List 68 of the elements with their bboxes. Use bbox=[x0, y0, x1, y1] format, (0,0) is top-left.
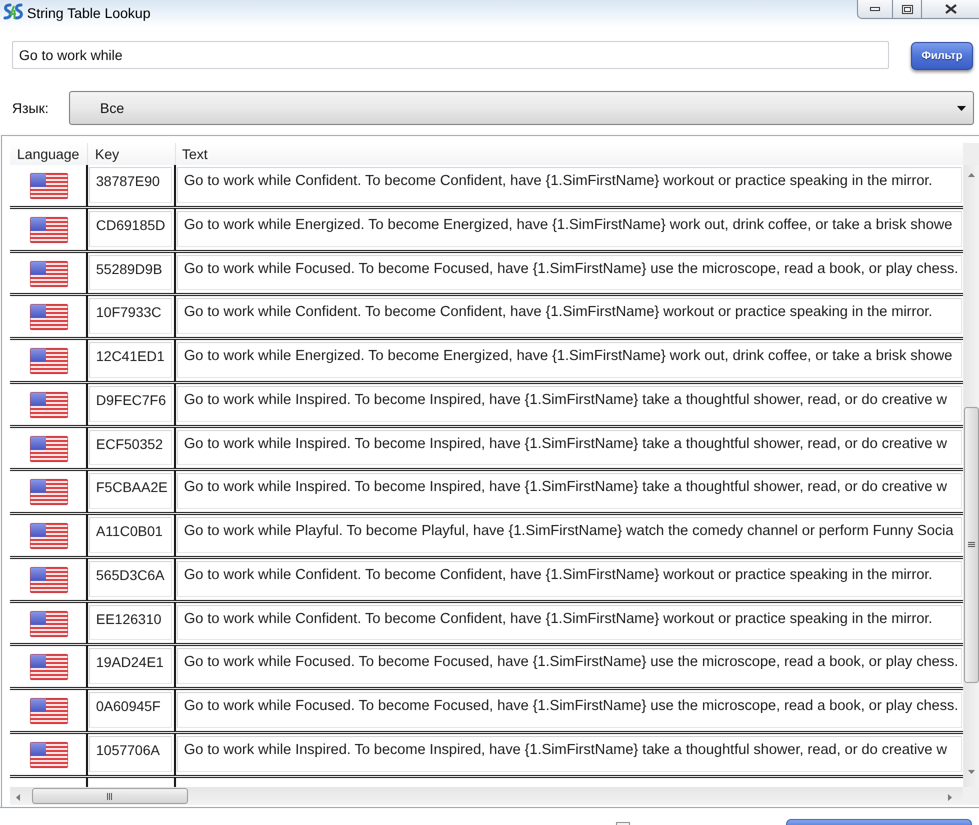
key-cell: 12C41ED1 bbox=[89, 342, 172, 378]
language-label: Язык: bbox=[12, 100, 50, 116]
maximize-icon bbox=[902, 4, 912, 14]
flag-icon bbox=[30, 348, 68, 374]
flag-icon bbox=[30, 260, 68, 286]
flag-icon bbox=[30, 610, 68, 636]
key-cell: ECF50352 bbox=[89, 430, 172, 466]
text-cell: Go to work while Energized. To become Energized, have {1.SimFirstName} work out, drink coffee, or take a brisk showe bbox=[177, 210, 962, 246]
text-cell: Go to work while Focused. To become Focused, have {1.SimFirstName} use the microscope, read a book, or play chess. bbox=[177, 648, 962, 684]
search-field[interactable]: Go to work while bbox=[12, 41, 889, 69]
flag-icon bbox=[30, 742, 68, 768]
flag-icon bbox=[30, 698, 68, 724]
key-cell: 55289D9B bbox=[89, 254, 172, 290]
text-cell: Go to work while Inspired. To become Inspired, have {1.SimFirstName} take a thoughtful shower, read, or do creative w bbox=[177, 430, 962, 466]
vertical-scrollbar[interactable] bbox=[963, 165, 979, 787]
text-cell: Go to work while Confident. To become Confident, have {1.SimFirstName} workout or practice speaking in the mirror. bbox=[177, 560, 962, 596]
flag-icon bbox=[30, 173, 68, 199]
key-cell: F5CBAA2E bbox=[89, 473, 172, 509]
checkbox[interactable] bbox=[616, 822, 630, 825]
text-cell: Go to work while Confident. To become Confident, have {1.SimFirstName} workout or practice speaking in the mirror. bbox=[177, 167, 962, 203]
flag-icon bbox=[30, 479, 68, 506]
app-icon bbox=[3, 3, 23, 21]
scrollbar-thumb[interactable] bbox=[32, 788, 188, 804]
maximize-button[interactable] bbox=[893, 0, 922, 19]
horizontal-scrollbar[interactable] bbox=[10, 787, 963, 805]
grip-icon bbox=[968, 542, 975, 548]
key-cell: 565D3C6A bbox=[89, 560, 172, 596]
scroll-up-icon[interactable] bbox=[968, 173, 975, 177]
scroll-right-icon[interactable] bbox=[948, 794, 952, 801]
key-cell: 38787E90 bbox=[89, 167, 172, 203]
text-cell: Go to work while Confident. To become Confident, have {1.SimFirstName} workout or practice speaking in the mirror. bbox=[177, 604, 962, 640]
text-cell: Go to work while Inspired. To become Inspired, have {1.SimFirstName} take a thoughtful shower, read, or do creative w bbox=[177, 386, 962, 422]
close-button[interactable] bbox=[922, 0, 979, 19]
flag-icon bbox=[30, 436, 68, 462]
text-cell: Go to work while Playful. To become Playful, have {1.SimFirstName} watch the comedy channel or perform Funny Socia bbox=[177, 517, 962, 553]
key-cell: 19AD24E1 bbox=[89, 648, 172, 684]
caret-icon bbox=[957, 106, 966, 110]
key-cell: 1057706A bbox=[89, 736, 172, 772]
key-cell: CD69185D bbox=[89, 210, 172, 246]
minimize-icon bbox=[870, 7, 880, 11]
window-title: String Table Lookup bbox=[27, 5, 150, 21]
scrollbar-thumb[interactable] bbox=[964, 407, 979, 683]
flag-icon bbox=[30, 392, 68, 418]
filter-button[interactable]: Фильтр bbox=[911, 42, 973, 70]
flag-icon bbox=[30, 566, 68, 593]
text-cell: Go to work while Energized. To become Energized, have {1.SimFirstName} work out, drink coffee, or take a brisk showe bbox=[177, 342, 962, 378]
text-cell: Go to work while Focused. To become Focused, have {1.SimFirstName} use the microscope, read a book, or play chess. bbox=[177, 692, 962, 728]
flag-icon bbox=[30, 654, 68, 680]
text-cell: Go to work while Confident. To become Confident, have {1.SimFirstName} workout or practice speaking in the mirror. bbox=[177, 298, 962, 334]
text-cell: Go to work while Focused. To become Focused, have {1.SimFirstName} use the microscope, read a book, or play chess. bbox=[177, 254, 962, 290]
scroll-down-icon[interactable] bbox=[968, 770, 975, 774]
column-header[interactable]: Text bbox=[176, 143, 963, 165]
text-cell: Go to work while Inspired. To become Inspired, have {1.SimFirstName} take a thoughtful shower, read, or do creative w bbox=[177, 736, 962, 772]
flag-icon bbox=[30, 523, 68, 549]
minimize-button[interactable] bbox=[857, 0, 893, 19]
scroll-left-icon[interactable] bbox=[16, 794, 20, 801]
key-cell: A11C0B01 bbox=[89, 517, 172, 553]
action-button[interactable] bbox=[786, 819, 972, 825]
text-cell: Go to work while Inspired. To become Inspired, have {1.SimFirstName} take a thoughtful shower, read, or do creative w bbox=[177, 473, 962, 509]
close-icon bbox=[944, 4, 956, 14]
key-cell: EE126310 bbox=[89, 604, 172, 640]
key-cell: 10F7933C bbox=[89, 298, 172, 334]
language-dropdown[interactable]: Все bbox=[69, 91, 974, 125]
flag-icon bbox=[30, 304, 68, 330]
grip-icon bbox=[107, 792, 113, 800]
key-cell: 0A60945F bbox=[89, 692, 172, 728]
key-cell: D9FEC7F6 bbox=[89, 386, 172, 422]
flag-icon bbox=[30, 216, 68, 243]
